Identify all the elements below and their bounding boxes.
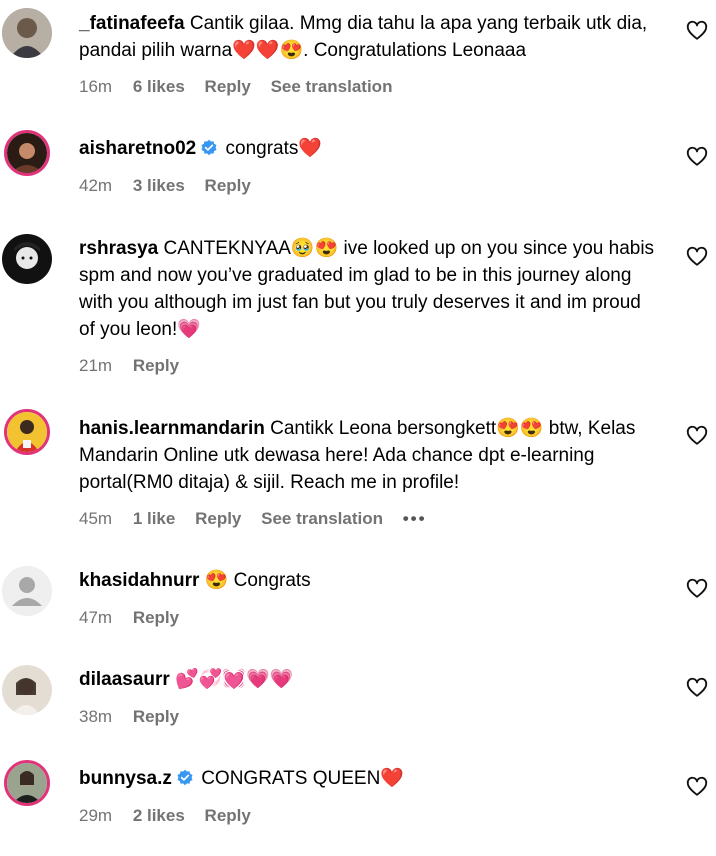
heart-outline-icon[interactable] — [686, 677, 708, 699]
avatar[interactable] — [2, 665, 52, 715]
comment-time: 16m — [79, 77, 113, 96]
comment-body: bunnysa.z CONGRATS QUEEN❤️ — [79, 765, 659, 792]
heart-outline-icon[interactable] — [686, 246, 708, 268]
see-translation-button[interactable]: See translation — [271, 77, 393, 96]
reply-button[interactable]: Reply — [133, 356, 179, 375]
reply-button[interactable]: Reply — [195, 509, 241, 528]
comment-time: 29m — [79, 806, 113, 825]
comment-body: rshrasya CANTEKNYAA🥹😍 ive looked up on y… — [79, 235, 659, 343]
default-avatar-icon[interactable] — [2, 566, 52, 616]
avatar[interactable] — [4, 409, 50, 455]
heart-outline-icon[interactable] — [686, 776, 708, 798]
comment-username[interactable]: rshrasya — [79, 238, 158, 259]
avatar[interactable] — [4, 760, 50, 806]
likes-count[interactable]: 6 likes — [133, 77, 185, 96]
comment-body: aisharetno02 congrats❤️ — [79, 135, 659, 162]
comment-text: 💕💞💓💗💗 — [175, 669, 294, 690]
comment-username[interactable]: khasidahnurr — [79, 570, 199, 591]
see-translation-button[interactable]: See translation — [261, 509, 383, 528]
likes-count[interactable]: 2 likes — [133, 806, 185, 825]
likes-count[interactable]: 3 likes — [133, 176, 185, 195]
comment-username[interactable]: _fatinafeefa — [79, 13, 185, 34]
comment-meta: 16m 6 likes Reply See translation — [79, 77, 407, 97]
comment-meta: 42m 3 likes Reply — [79, 176, 266, 196]
comment-username[interactable]: hanis.learnmandarin — [79, 418, 265, 439]
comment-time: 21m — [79, 356, 113, 375]
reply-button[interactable]: Reply — [133, 707, 179, 726]
comment-username[interactable]: dilaasaurr — [79, 669, 170, 690]
comment-body: hanis.learnmandarin Cantikk Leona berson… — [79, 415, 659, 496]
heart-outline-icon[interactable] — [686, 578, 708, 600]
comment-meta: 29m 2 likes Reply — [79, 806, 266, 826]
comment-body: _fatinafeefa Cantik gilaa. Mmg dia tahu … — [79, 10, 659, 64]
heart-outline-icon[interactable] — [686, 425, 708, 447]
comment-meta: 21m Reply — [79, 356, 194, 376]
comment-text: congrats❤️ — [225, 138, 323, 159]
more-options-button[interactable]: ••• — [403, 509, 427, 528]
comment-text: CANTEKNYAA🥹😍 ive looked up on you since … — [79, 238, 655, 340]
avatar[interactable] — [2, 234, 52, 284]
comment-time: 38m — [79, 707, 113, 726]
reply-button[interactable]: Reply — [205, 176, 251, 195]
comment-username[interactable]: bunnysa.z — [79, 768, 172, 789]
verified-badge-icon — [201, 139, 217, 156]
likes-count[interactable]: 1 like — [133, 509, 176, 528]
verified-badge-icon — [177, 769, 193, 786]
comment-body: dilaasaurr 💕💞💓💗💗 — [79, 666, 659, 693]
comment-time: 47m — [79, 608, 113, 627]
comment-username[interactable]: aisharetno02 — [79, 138, 196, 159]
reply-button[interactable]: Reply — [205, 77, 251, 96]
avatar[interactable] — [2, 8, 52, 58]
comment-meta: 38m Reply — [79, 707, 194, 727]
comment-text: CONGRATS QUEEN❤️ — [201, 768, 404, 789]
comment-meta: 47m Reply — [79, 608, 194, 628]
comment-time: 42m — [79, 176, 113, 195]
comment-time: 45m — [79, 509, 113, 528]
comment-text: 😍 Congrats — [204, 570, 311, 591]
reply-button[interactable]: Reply — [205, 806, 251, 825]
avatar[interactable] — [4, 130, 50, 176]
comment-body: khasidahnurr 😍 Congrats — [79, 567, 659, 594]
heart-outline-icon[interactable] — [686, 20, 708, 42]
reply-button[interactable]: Reply — [133, 608, 179, 627]
comment-meta: 45m 1 like Reply See translation ••• — [79, 509, 442, 529]
heart-outline-icon[interactable] — [686, 146, 708, 168]
